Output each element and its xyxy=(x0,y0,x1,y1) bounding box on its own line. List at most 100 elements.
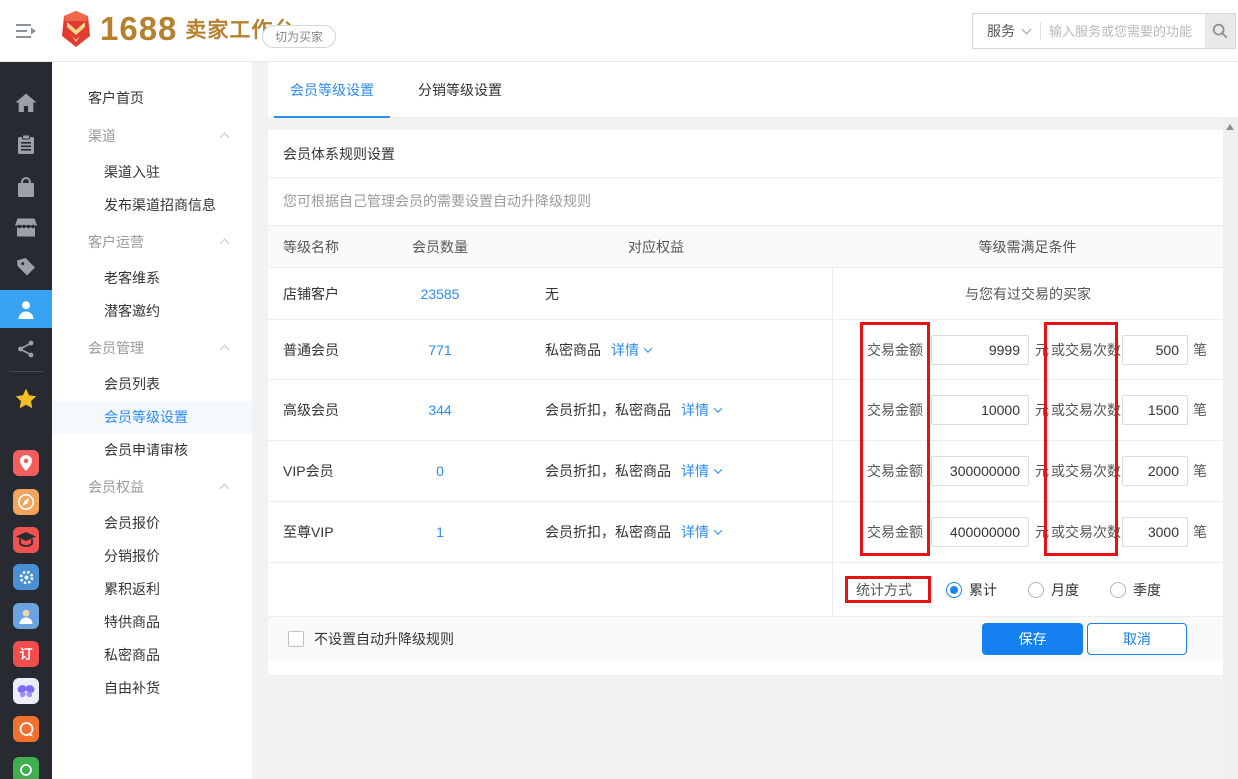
perk-detail-link[interactable]: 详情 xyxy=(681,400,721,420)
chevron-down-icon xyxy=(714,465,722,473)
times-unit: 笔 xyxy=(1193,461,1207,481)
distribution-icon[interactable] xyxy=(16,339,36,359)
radio-cumulative[interactable]: 累计 xyxy=(946,580,1004,600)
amount-input[interactable] xyxy=(931,395,1029,425)
sidebar-item-old-customer[interactable]: 老客维系 xyxy=(52,262,252,295)
member-count-link[interactable]: 771 xyxy=(428,342,451,358)
stats-cell: 统计方式 累计 月度 季度 xyxy=(832,563,1223,616)
perk-text: 会员折扣，私密商品 xyxy=(545,400,671,420)
amount-input[interactable] xyxy=(931,335,1029,365)
stats-radio-group: 累计 月度 季度 xyxy=(946,580,1192,600)
sidebar-group-member-benefits[interactable]: 会员权益 xyxy=(52,467,252,507)
top-header: 1688 卖家工作台 切为买家 服务 xyxy=(0,0,1238,62)
sidebar-item-member-application-review[interactable]: 会员申请审核 xyxy=(52,434,252,467)
sidebar-item-member-quote[interactable]: 会员报价 xyxy=(52,507,252,540)
table-header-row: 等级名称 会员数量 对应权益 等级需满足条件 xyxy=(268,225,1223,268)
search-icon xyxy=(1211,22,1229,40)
level-name: 高级会员 xyxy=(268,400,400,420)
sidebar-item-free-restock[interactable]: 自由补货 xyxy=(52,672,252,705)
members-icon[interactable] xyxy=(16,299,36,319)
detail-label: 详情 xyxy=(681,400,709,420)
compass-app-icon[interactable] xyxy=(13,489,39,515)
shop-icon[interactable] xyxy=(15,219,37,238)
chat-app-icon[interactable] xyxy=(13,716,39,742)
chevron-down-icon xyxy=(1022,24,1032,34)
sidebar-item-prospect-invite[interactable]: 潜客邀约 xyxy=(52,295,252,328)
order-app-icon[interactable]: 订 xyxy=(13,641,39,667)
contact-app-icon[interactable] xyxy=(13,603,39,629)
sidebar-item-special-goods[interactable]: 特供商品 xyxy=(52,606,252,639)
times-label: 或交易次数 xyxy=(1051,400,1121,420)
radio-label: 累计 xyxy=(969,580,997,600)
sidebar-item-private-goods[interactable]: 私密商品 xyxy=(52,639,252,672)
radio-label: 月度 xyxy=(1051,580,1079,600)
member-rules-panel: 会员体系规则设置 您可根据自己管理会员的需要设置自动升降级规则 等级名称 会员数… xyxy=(268,130,1223,675)
times-unit: 笔 xyxy=(1193,522,1207,542)
times-input[interactable] xyxy=(1122,335,1188,365)
save-button[interactable]: 保存 xyxy=(982,623,1083,655)
chevron-up-icon xyxy=(220,133,230,143)
perk-text: 会员折扣，私密商品 xyxy=(545,461,671,481)
col-header-level-name: 等级名称 xyxy=(268,237,400,257)
amount-input[interactable] xyxy=(931,517,1029,547)
home-icon[interactable] xyxy=(16,94,37,113)
sidebar-item-distribution-quote[interactable]: 分销报价 xyxy=(52,540,252,573)
vertical-scrollbar[interactable] xyxy=(1223,118,1238,779)
search-category-dropdown[interactable]: 服务 xyxy=(973,21,1040,41)
panel-footer: 不设置自动升降级规则 保存 取消 xyxy=(268,617,1223,661)
settings-app-icon[interactable] xyxy=(13,564,39,590)
icon-rail: 订 xyxy=(0,62,52,779)
radio-label: 季度 xyxy=(1133,580,1161,600)
member-count-link[interactable]: 1 xyxy=(436,524,444,540)
times-input[interactable] xyxy=(1122,456,1188,486)
header-search-box: 服务 xyxy=(972,13,1236,49)
no-auto-rule-checkbox[interactable] xyxy=(288,631,304,647)
scrollbar-up-arrow-icon[interactable] xyxy=(1226,124,1234,130)
tab-distribution-level-settings[interactable]: 分销等级设置 xyxy=(396,62,524,118)
partial-app-icon[interactable] xyxy=(13,757,39,779)
location-app-icon[interactable] xyxy=(13,450,39,476)
sidebar-group-customer-ops[interactable]: 客户运营 xyxy=(52,222,252,262)
bag-icon[interactable] xyxy=(16,177,36,197)
sidebar-group-channel[interactable]: 渠道 xyxy=(52,116,252,156)
panel-title: 会员体系规则设置 xyxy=(268,130,1223,178)
amount-unit: 元 xyxy=(1035,522,1049,542)
search-button[interactable] xyxy=(1205,14,1235,48)
times-unit: 笔 xyxy=(1193,340,1207,360)
chevron-up-icon xyxy=(220,484,230,494)
perk-detail-link[interactable]: 详情 xyxy=(681,461,721,481)
chevron-up-icon xyxy=(220,239,230,249)
radio-monthly[interactable]: 月度 xyxy=(1028,580,1086,600)
collapse-menu-icon[interactable] xyxy=(14,21,40,41)
member-count-link[interactable]: 0 xyxy=(436,463,444,479)
sidebar-group-label: 会员管理 xyxy=(88,340,144,356)
svg-text:订: 订 xyxy=(19,647,32,663)
sidebar-item-channel-entry[interactable]: 渠道入驻 xyxy=(52,156,252,189)
times-input[interactable] xyxy=(1122,517,1188,547)
switch-to-buyer-button[interactable]: 切为买家 xyxy=(262,25,336,48)
radio-quarterly[interactable]: 季度 xyxy=(1110,580,1168,600)
search-input[interactable] xyxy=(1041,24,1205,39)
condition-cell: 交易金额 元 或交易次数 笔 xyxy=(832,380,1223,440)
chevron-down-icon xyxy=(714,404,722,412)
cancel-button[interactable]: 取消 xyxy=(1087,623,1187,655)
school-1688-app-icon[interactable] xyxy=(13,527,39,553)
favorites-star-icon[interactable] xyxy=(15,388,37,410)
tag-icon[interactable] xyxy=(16,257,36,277)
tab-member-level-settings[interactable]: 会员等级设置 xyxy=(268,62,396,118)
times-label: 或交易次数 xyxy=(1051,522,1121,542)
sidebar-item-customer-home[interactable]: 客户首页 xyxy=(52,80,252,116)
sidebar-item-publish-channel-info[interactable]: 发布渠道招商信息 xyxy=(52,189,252,222)
sidebar-group-member-mgmt[interactable]: 会员管理 xyxy=(52,328,252,368)
times-input[interactable] xyxy=(1122,395,1188,425)
sidebar-item-cumulative-rebate[interactable]: 累积返利 xyxy=(52,573,252,606)
sidebar-item-member-list[interactable]: 会员列表 xyxy=(52,368,252,401)
amount-input[interactable] xyxy=(931,456,1029,486)
member-count-link[interactable]: 23585 xyxy=(421,286,460,302)
member-count-link[interactable]: 344 xyxy=(428,402,451,418)
perk-detail-link[interactable]: 详情 xyxy=(681,522,721,542)
butterfly-app-icon[interactable] xyxy=(13,678,39,704)
orders-icon[interactable] xyxy=(17,135,35,155)
sidebar-item-member-level-settings[interactable]: 会员等级设置 xyxy=(52,401,252,434)
perk-detail-link[interactable]: 详情 xyxy=(611,340,651,360)
